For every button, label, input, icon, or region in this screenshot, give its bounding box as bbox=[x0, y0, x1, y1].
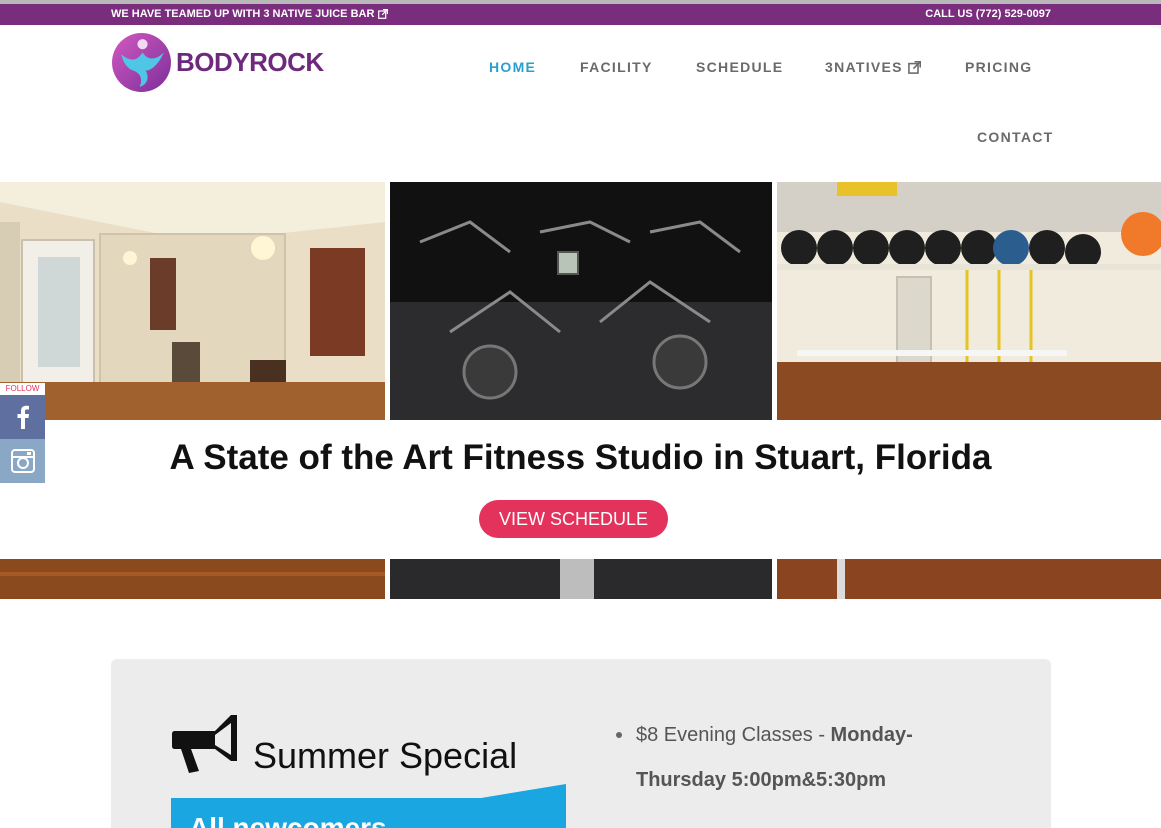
nav-contact[interactable]: CONTACT bbox=[977, 129, 1054, 145]
nav-3natives[interactable]: 3NATIVES bbox=[825, 59, 921, 75]
facebook-icon bbox=[17, 405, 29, 429]
promo-title: Summer Special bbox=[253, 735, 518, 776]
bullet bbox=[616, 732, 622, 738]
promo-list: $8 Evening Classes - Monday- Thursday 5:… bbox=[616, 713, 1016, 803]
promo-item-text: $8 Evening Classes - Monday- Thursday 5:… bbox=[636, 713, 1016, 803]
logo-text: BODYROCK bbox=[176, 47, 324, 77]
nav-schedule[interactable]: SCHEDULE bbox=[696, 59, 783, 75]
hero-title: A State of the Art Fitness Studio in Stu… bbox=[169, 438, 992, 477]
instagram-button[interactable] bbox=[0, 439, 45, 483]
view-schedule-button[interactable]: VIEW SCHEDULE bbox=[479, 500, 668, 538]
summer-special-panel: Summer Special All newcomers $8 Evening … bbox=[111, 659, 1051, 828]
page: WE HAVE TEAMED UP WITH 3 NATIVE JUICE BA… bbox=[0, 0, 1161, 828]
megaphone-icon bbox=[172, 715, 237, 773]
juice-bar-link[interactable]: WE HAVE TEAMED UP WITH 3 NATIVE JUICE BA… bbox=[111, 8, 389, 20]
external-link-icon bbox=[378, 9, 389, 19]
hero-section: A State of the Art Fitness Studio in Stu… bbox=[0, 182, 1161, 599]
list-item: $8 Evening Classes - Monday- Thursday 5:… bbox=[616, 713, 1016, 803]
nav-pricing[interactable]: PRICING bbox=[965, 59, 1032, 75]
promo-item-days: Monday- bbox=[830, 724, 913, 746]
nav-facility[interactable]: FACILITY bbox=[580, 59, 653, 75]
external-link-icon bbox=[907, 60, 921, 74]
promo-item-times: Thursday 5:00pm&5:30pm bbox=[636, 769, 887, 791]
bodyrock-logo[interactable]: BODYROCK bbox=[111, 32, 324, 93]
follow-label: FOLLOW bbox=[0, 383, 45, 395]
logo-mark-icon bbox=[112, 33, 171, 92]
promo-item-price: $8 Evening Classes - bbox=[636, 724, 831, 746]
nav-home[interactable]: HOME bbox=[489, 59, 536, 75]
social-follow-bar: FOLLOW bbox=[0, 383, 45, 483]
promo-ribbon-text: All newcomers bbox=[189, 812, 387, 828]
call-us-link[interactable]: CALL US (772) 529-0097 bbox=[925, 8, 1051, 20]
juice-bar-text: WE HAVE TEAMED UP WITH 3 NATIVE JUICE BA… bbox=[111, 8, 375, 20]
facebook-button[interactable] bbox=[0, 395, 45, 439]
announcement-bar: WE HAVE TEAMED UP WITH 3 NATIVE JUICE BA… bbox=[0, 4, 1161, 25]
nav-3natives-label: 3NATIVES bbox=[825, 59, 903, 75]
instagram-icon bbox=[10, 449, 35, 473]
